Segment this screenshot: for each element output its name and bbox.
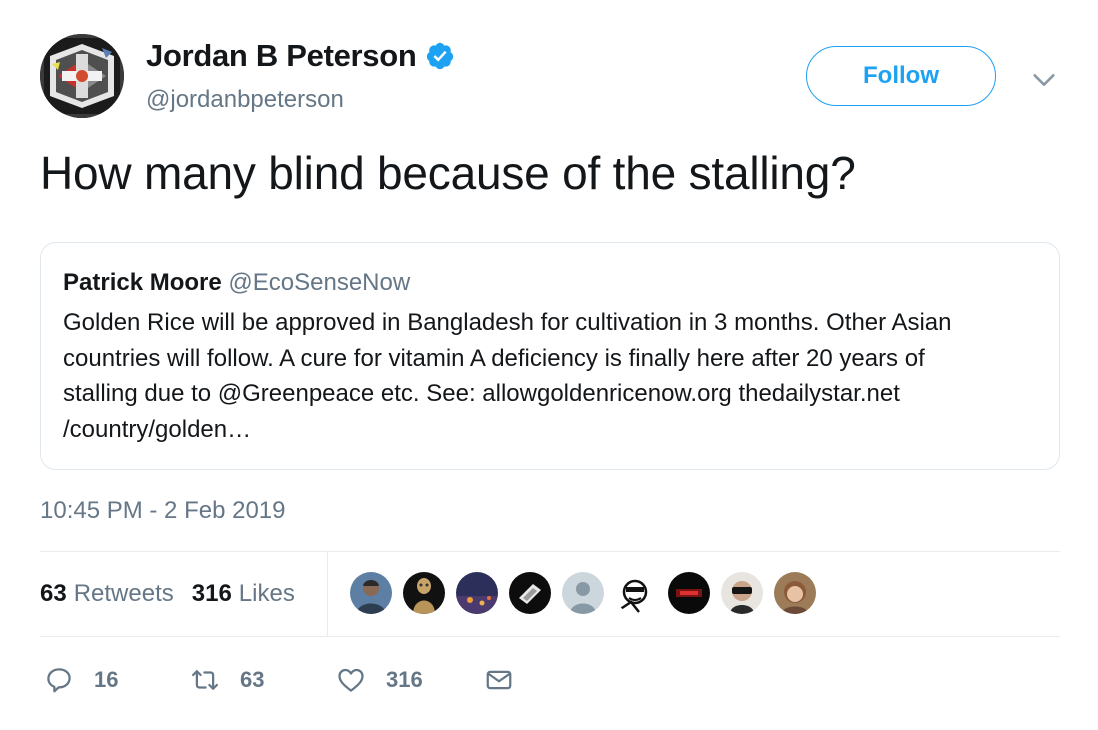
retweet-icon xyxy=(192,670,218,690)
author-display-name[interactable]: Jordan B Peterson xyxy=(146,38,417,74)
chevron-down-icon[interactable] xyxy=(1030,66,1058,94)
abstract-logo-avatar xyxy=(40,34,124,118)
author-handle[interactable]: @jordanbpeterson xyxy=(146,86,344,114)
quoted-tweet-line: countries will follow. A cure for vitami… xyxy=(63,344,925,372)
quoted-tweet-header: Patrick Moore @EcoSenseNow xyxy=(63,269,1037,297)
quoted-tweet-line: stalling due to @Greenpeace etc. See: al… xyxy=(63,380,900,407)
liker-avatar[interactable] xyxy=(350,572,392,614)
envelope-icon xyxy=(486,670,512,690)
reply-icon xyxy=(47,668,71,693)
retweet-count: 63 xyxy=(240,667,265,692)
likes-stat-label: Likes xyxy=(238,580,295,607)
author-avatar[interactable] xyxy=(40,34,124,118)
quoted-tweet-card[interactable]: Patrick Moore @EcoSenseNow Golden Rice w… xyxy=(40,242,1060,470)
direct-message-button[interactable] xyxy=(484,665,514,695)
follow-button[interactable]: Follow xyxy=(806,46,996,106)
liker-avatar[interactable] xyxy=(668,572,710,614)
liker-avatar[interactable] xyxy=(403,572,445,614)
quoted-tweet-text: Golden Rice will be approved in Banglade… xyxy=(63,305,1037,447)
liker-avatar[interactable] xyxy=(615,572,657,614)
author-name-row: Jordan B Peterson xyxy=(146,38,455,74)
like-button[interactable]: 316 xyxy=(336,665,484,695)
reply-button[interactable]: 16 xyxy=(44,665,190,695)
likes-stat-count: 316 xyxy=(191,580,232,607)
retweets-stat-count: 63 xyxy=(40,580,67,607)
quoted-tweet-line: Golden Rice will be approved in Banglade… xyxy=(63,309,952,336)
retweets-stat[interactable]: 63 Retweets xyxy=(40,580,174,608)
liker-avatar[interactable] xyxy=(562,572,604,614)
like-count: 316 xyxy=(386,667,423,692)
likes-stat[interactable]: 316 Likes xyxy=(192,580,295,608)
tweet-stats: 63 Retweets 316 Likes xyxy=(40,552,313,636)
stats-separator xyxy=(327,552,328,636)
heart-icon xyxy=(338,668,364,692)
retweet-button[interactable]: 63 xyxy=(190,665,336,695)
tweet-actions: 16 63 316 xyxy=(44,660,514,700)
liker-avatars xyxy=(350,572,827,614)
liker-avatar[interactable] xyxy=(721,572,763,614)
liker-avatar[interactable] xyxy=(774,572,816,614)
quoted-tweet-line: /country/golden… xyxy=(63,415,252,443)
liker-avatar[interactable] xyxy=(456,572,498,614)
retweets-stat-label: Retweets xyxy=(73,580,174,607)
reply-count: 16 xyxy=(94,667,119,692)
tweet-text: How many blind because of the stalling? xyxy=(40,147,856,199)
quoted-author-name: Patrick Moore xyxy=(63,269,222,296)
tweet-timestamp[interactable]: 10:45 PM - 2 Feb 2019 xyxy=(40,497,285,525)
verified-badge-icon xyxy=(426,42,453,70)
stats-divider-bottom xyxy=(40,636,1060,637)
quoted-author-handle: @EcoSenseNow xyxy=(228,269,411,296)
liker-avatar[interactable] xyxy=(509,572,551,614)
